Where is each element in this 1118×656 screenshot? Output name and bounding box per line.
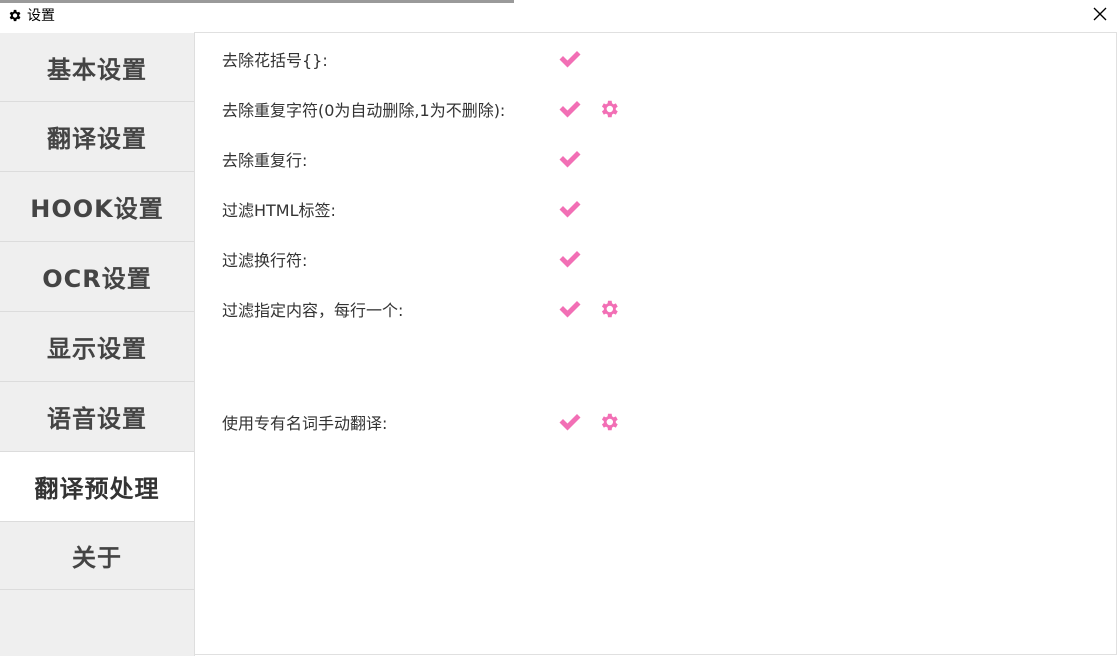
sidebar-item-label: 显示设置 xyxy=(47,335,147,363)
sidebar-item-ocr[interactable]: OCR设置 xyxy=(0,242,194,312)
sidebar-item-hook[interactable]: HOOK设置 xyxy=(0,172,194,242)
sidebar-item-basic[interactable]: 基本设置 xyxy=(0,33,194,102)
settings-window: 设置 基本设置 翻译设置 HOOK设置 OCR设置 显示设置 语音设置 翻译预处… xyxy=(0,0,1118,656)
close-button[interactable] xyxy=(1090,4,1110,24)
gear-icon[interactable] xyxy=(598,98,620,120)
sidebar-item-translate[interactable]: 翻译设置 xyxy=(0,102,194,172)
title-bar: 设置 xyxy=(0,0,1118,30)
setting-label: 去除重复字符(0为自动删除,1为不删除): xyxy=(222,101,506,120)
sidebar-item-label: 翻译设置 xyxy=(47,125,147,153)
gear-icon xyxy=(6,7,22,23)
sidebar-item-preprocess[interactable]: 翻译预处理 xyxy=(0,452,194,522)
content-panel xyxy=(194,32,1117,655)
sidebar-item-display[interactable]: 显示设置 xyxy=(0,312,194,382)
setting-label: 使用专有名词手动翻译: xyxy=(222,414,388,433)
gear-icon[interactable] xyxy=(598,411,620,433)
check-icon[interactable] xyxy=(558,97,582,121)
sidebar-item-about[interactable]: 关于 xyxy=(0,522,194,590)
close-icon xyxy=(1093,7,1107,21)
setting-label: 去除花括号{}: xyxy=(222,51,328,70)
check-icon[interactable] xyxy=(558,410,582,434)
sidebar-item-label: 翻译预处理 xyxy=(34,475,160,503)
check-icon[interactable] xyxy=(558,247,582,271)
sidebar-item-label: 关于 xyxy=(72,544,122,572)
setting-label: 过滤换行符: xyxy=(222,251,308,270)
check-icon[interactable] xyxy=(558,197,582,221)
check-icon[interactable] xyxy=(558,297,582,321)
sidebar-item-label: 基本设置 xyxy=(47,55,147,84)
setting-label: 过滤HTML标签: xyxy=(222,201,336,220)
sidebar-item-label: 语音设置 xyxy=(47,405,147,433)
sidebar: 基本设置 翻译设置 HOOK设置 OCR设置 显示设置 语音设置 翻译预处理 关… xyxy=(0,33,195,656)
check-icon[interactable] xyxy=(558,147,582,171)
check-icon[interactable] xyxy=(558,47,582,71)
sidebar-item-label: OCR设置 xyxy=(42,265,152,293)
setting-label: 过滤指定内容，每行一个: xyxy=(222,301,404,320)
sidebar-item-voice[interactable]: 语音设置 xyxy=(0,382,194,452)
sidebar-item-label: HOOK设置 xyxy=(30,195,164,223)
window-title: 设置 xyxy=(27,8,55,24)
setting-label: 去除重复行: xyxy=(222,151,308,170)
gear-icon[interactable] xyxy=(598,298,620,320)
